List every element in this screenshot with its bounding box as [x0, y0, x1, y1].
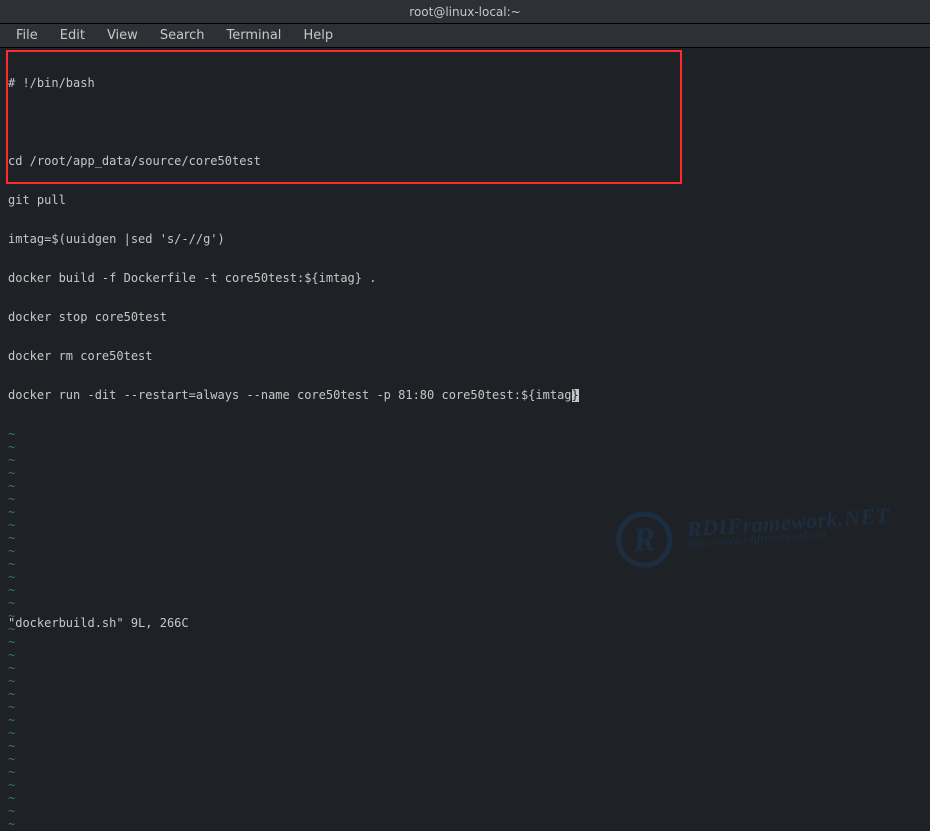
editor-line — [8, 116, 922, 129]
tilde-line: ~ — [8, 545, 922, 558]
menu-search[interactable]: Search — [150, 26, 215, 45]
tilde-line: ~ — [8, 571, 922, 584]
menu-edit[interactable]: Edit — [50, 26, 95, 45]
window-title: root@linux-local:~ — [409, 5, 520, 19]
menu-file[interactable]: File — [6, 26, 48, 45]
editor-content: # !/bin/bash cd /root/app_data/source/co… — [0, 48, 930, 428]
tilde-line: ~ — [8, 467, 922, 480]
tilde-line: ~ — [8, 701, 922, 714]
tilde-line: ~ — [8, 727, 922, 740]
tilde-line: ~ — [8, 454, 922, 467]
tilde-line: ~ — [8, 714, 922, 727]
editor-line: imtag=$(uuidgen |sed 's/-//g') — [8, 233, 922, 246]
tilde-line: ~ — [8, 493, 922, 506]
text-cursor: } — [572, 389, 579, 402]
tilde-line: ~ — [8, 532, 922, 545]
tilde-line: ~ — [8, 519, 922, 532]
tilde-line: ~ — [8, 597, 922, 610]
tilde-line: ~ — [8, 506, 922, 519]
editor-line: docker rm core50test — [8, 350, 922, 363]
tilde-line: ~ — [8, 740, 922, 753]
window-titlebar: root@linux-local:~ — [0, 0, 930, 24]
tilde-line: ~ — [8, 649, 922, 662]
menu-terminal[interactable]: Terminal — [216, 26, 291, 45]
editor-line: git pull — [8, 194, 922, 207]
editor-line: # !/bin/bash — [8, 77, 922, 90]
tilde-line: ~ — [8, 480, 922, 493]
tilde-line: ~ — [8, 584, 922, 597]
tilde-line: ~ — [8, 766, 922, 779]
tilde-line: ~ — [8, 753, 922, 766]
menu-help[interactable]: Help — [293, 26, 343, 45]
tilde-line: ~ — [8, 428, 922, 441]
tilde-line: ~ — [8, 558, 922, 571]
tilde-line: ~ — [8, 792, 922, 805]
editor-line: docker stop core50test — [8, 311, 922, 324]
menu-view[interactable]: View — [97, 26, 148, 45]
tilde-line: ~ — [8, 805, 922, 818]
editor-line: cd /root/app_data/source/core50test — [8, 155, 922, 168]
tilde-line: ~ — [8, 818, 922, 831]
vim-status-line: "dockerbuild.sh" 9L, 266C — [8, 617, 189, 630]
tilde-line: ~ — [8, 779, 922, 792]
tilde-line: ~ — [8, 441, 922, 454]
tilde-line: ~ — [8, 688, 922, 701]
tilde-line: ~ — [8, 636, 922, 649]
terminal-area[interactable]: # !/bin/bash cd /root/app_data/source/co… — [0, 48, 930, 640]
menubar: File Edit View Search Terminal Help — [0, 24, 930, 48]
editor-line: docker run -dit --restart=always --name … — [8, 389, 922, 402]
tilde-line: ~ — [8, 662, 922, 675]
editor-line: docker build -f Dockerfile -t core50test… — [8, 272, 922, 285]
tilde-line: ~ — [8, 675, 922, 688]
